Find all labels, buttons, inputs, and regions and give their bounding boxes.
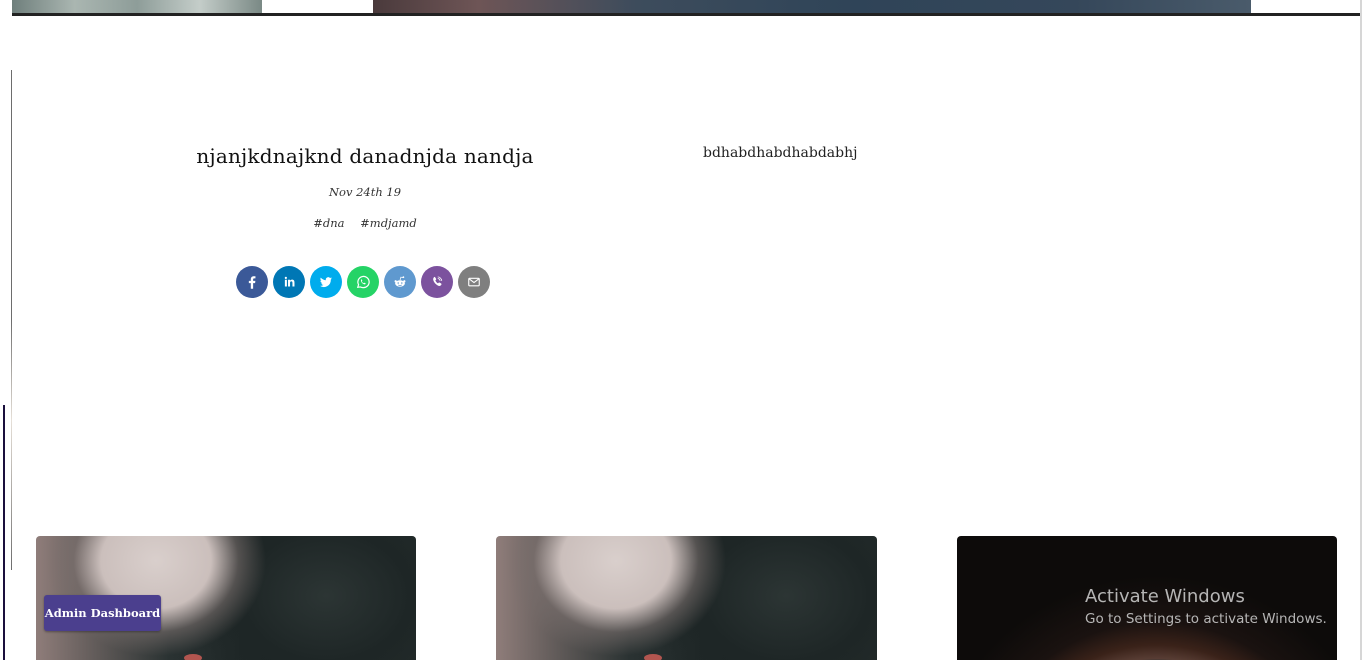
- twitter-icon: [320, 277, 332, 288]
- linkedin-icon: [284, 276, 295, 287]
- article-excerpt: bdhabdhabdhabdabhj: [703, 145, 858, 161]
- whatsapp-share-button[interactable]: [347, 266, 379, 298]
- linkedin-share-button[interactable]: [273, 266, 305, 298]
- post-card[interactable]: [496, 536, 877, 660]
- twitter-share-button[interactable]: [310, 266, 342, 298]
- watermark-subtitle: Go to Settings to activate Windows.: [1085, 611, 1327, 627]
- facebook-icon: [248, 276, 256, 289]
- article-block: njanjkdnajknd danadnjda nandja Nov 24th …: [160, 140, 570, 232]
- admin-dashboard-button[interactable]: Admin Dashboard: [44, 595, 161, 631]
- tag-link[interactable]: #mdjamd: [360, 214, 417, 232]
- reddit-icon: [394, 276, 406, 287]
- share-buttons: [236, 266, 490, 298]
- article-tags: #dna #mdjamd: [160, 214, 570, 232]
- left-accent-line: [3, 405, 5, 660]
- windows-activation-watermark: Activate Windows Go to Settings to activ…: [1085, 586, 1327, 629]
- left-border-line: [11, 70, 12, 570]
- article-title: njanjkdnajknd danadnjda nandja: [196, 144, 534, 168]
- article-date: Nov 24th 19: [328, 185, 402, 199]
- email-share-button[interactable]: [458, 266, 490, 298]
- tag-link[interactable]: #dna: [313, 214, 344, 232]
- whatsapp-icon: [356, 275, 370, 289]
- viber-icon: [433, 276, 443, 286]
- facebook-share-button[interactable]: [236, 266, 268, 298]
- banner-image-right: [373, 0, 1251, 13]
- banner-divider: [12, 13, 1362, 16]
- top-banner: [0, 0, 1362, 16]
- email-icon: [468, 277, 480, 287]
- watermark-title: Activate Windows: [1085, 586, 1245, 607]
- banner-image-left: [12, 0, 262, 13]
- card-image: [496, 536, 877, 660]
- viber-share-button[interactable]: [421, 266, 453, 298]
- reddit-share-button[interactable]: [384, 266, 416, 298]
